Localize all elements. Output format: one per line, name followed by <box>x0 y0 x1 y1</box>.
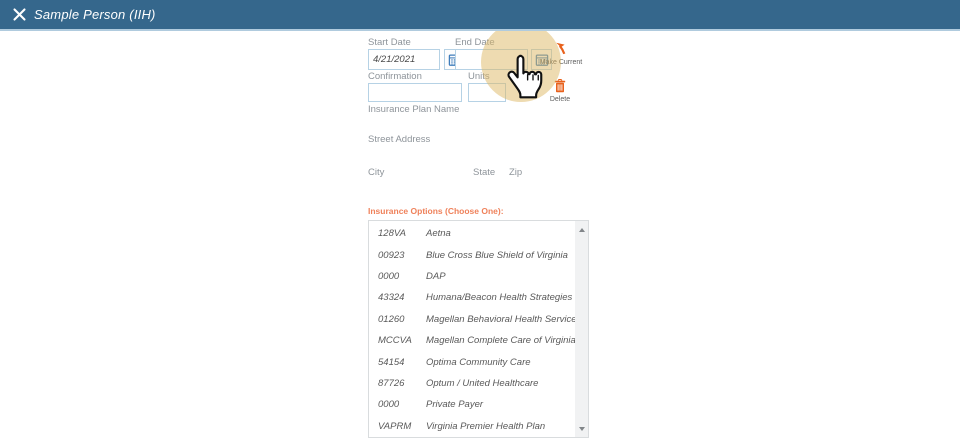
option-code: 128VA <box>378 228 426 239</box>
page-title: Sample Person (IIH) <box>34 7 156 22</box>
list-item[interactable]: 01260Magellan Behavioral Health Services <box>369 309 575 330</box>
state-label: State <box>473 167 495 178</box>
city-label: City <box>368 167 384 178</box>
make-current-button[interactable]: Make Current <box>532 42 590 66</box>
option-code: 00923 <box>378 250 426 261</box>
list-item[interactable]: VAPRMVirginia Premier Health Plan <box>369 416 575 437</box>
option-name: Private Payer <box>426 399 483 410</box>
start-date-input[interactable] <box>368 49 440 70</box>
option-name: Magellan Behavioral Health Services <box>426 314 581 325</box>
list-item[interactable]: 43324Humana/Beacon Health Strategies <box>369 287 575 308</box>
option-name: Virginia Premier Health Plan <box>426 421 545 432</box>
insurance-options-label: Insurance Options (Choose One): <box>368 206 504 216</box>
delete-label: Delete <box>550 96 570 103</box>
list-item[interactable]: 0000Private Payer <box>369 394 575 415</box>
app-window: Sample Person (IIH) Start Date End Date <box>0 0 960 442</box>
list-item[interactable]: 87726Optum / United Healthcare <box>369 373 575 394</box>
header-divider <box>0 29 960 31</box>
option-code: VAPRM <box>378 421 426 432</box>
insurance-options-list: 128VAAetna00923Blue Cross Blue Shield of… <box>368 220 589 438</box>
list-item[interactable]: 0000DAP <box>369 266 575 287</box>
insurance-options-rows: 128VAAetna00923Blue Cross Blue Shield of… <box>369 223 575 437</box>
insurance-plan-name-label: Insurance Plan Name <box>368 104 459 115</box>
option-name: Aetna <box>426 228 451 239</box>
delete-button[interactable]: Delete <box>538 79 582 103</box>
option-name: Magellan Complete Care of Virginia <box>426 335 576 346</box>
end-date-input[interactable] <box>455 49 528 70</box>
option-code: 54154 <box>378 357 426 368</box>
option-code: 87726 <box>378 378 426 389</box>
list-item[interactable]: 54154Optima Community Care <box>369 351 575 372</box>
list-item[interactable]: MCCVAMagellan Complete Care of Virginia <box>369 330 575 351</box>
trash-icon <box>554 79 566 93</box>
option-code: 01260 <box>378 314 426 325</box>
option-code: MCCVA <box>378 335 426 346</box>
scroll-up-arrow-icon[interactable] <box>575 223 588 236</box>
scroll-down-arrow-icon[interactable] <box>575 422 588 435</box>
option-code: 43324 <box>378 292 426 303</box>
street-address-label: Street Address <box>368 134 430 145</box>
list-item[interactable]: 128VAAetna <box>369 223 575 244</box>
end-date-label: End Date <box>455 37 495 48</box>
make-current-label: Make Current <box>540 59 582 66</box>
option-name: Optum / United Healthcare <box>426 378 538 389</box>
option-code: 0000 <box>378 399 426 410</box>
start-date-label: Start Date <box>368 37 411 48</box>
option-name: Optima Community Care <box>426 357 531 368</box>
arrow-up-left-icon <box>555 42 568 56</box>
option-code: 0000 <box>378 271 426 282</box>
units-input[interactable] <box>468 83 506 102</box>
units-label: Units <box>468 71 490 82</box>
option-name: Blue Cross Blue Shield of Virginia <box>426 250 568 261</box>
list-item[interactable]: 00923Blue Cross Blue Shield of Virginia <box>369 244 575 265</box>
title-bar: Sample Person (IIH) <box>0 0 960 29</box>
option-name: Humana/Beacon Health Strategies <box>426 292 572 303</box>
zip-label: Zip <box>509 167 522 178</box>
list-scrollbar[interactable] <box>575 221 588 437</box>
confirmation-label: Confirmation <box>368 71 422 82</box>
close-icon <box>13 8 26 21</box>
confirmation-input[interactable] <box>368 83 462 102</box>
option-name: DAP <box>426 271 446 282</box>
close-button[interactable] <box>4 0 34 29</box>
